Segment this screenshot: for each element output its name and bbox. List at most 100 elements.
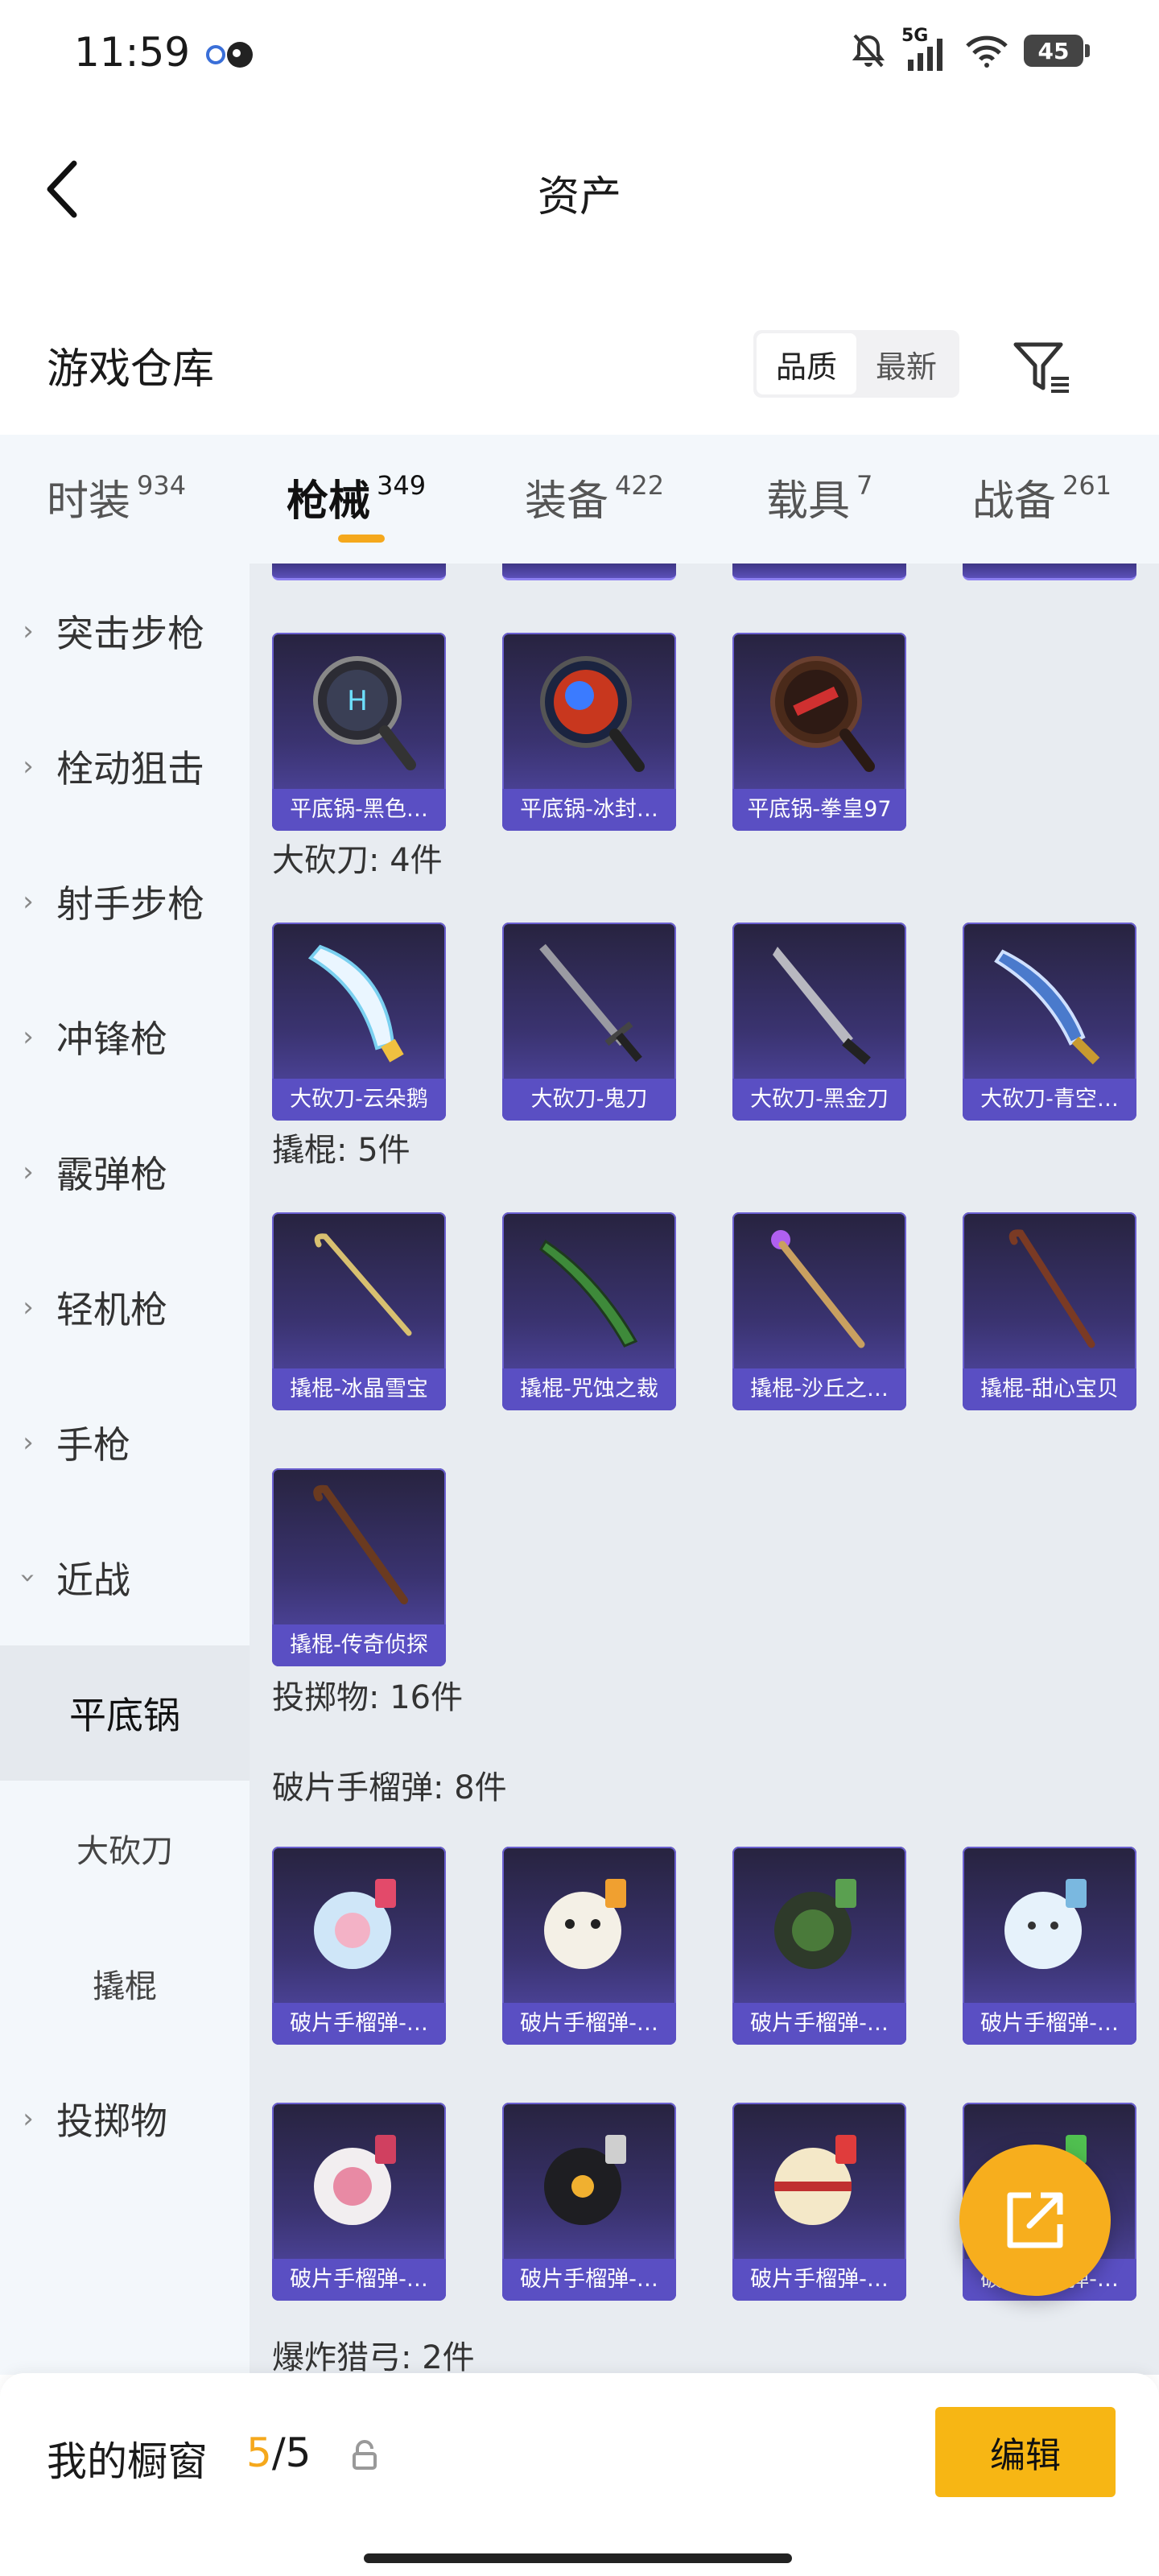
status-time: 11:59 bbox=[74, 29, 191, 76]
filter-icon[interactable] bbox=[1009, 335, 1074, 399]
chevron-right-icon: › bbox=[23, 615, 34, 647]
card-partial bbox=[732, 564, 906, 580]
crowbar-icon bbox=[539, 1239, 638, 1348]
app-notification-icon bbox=[206, 42, 253, 68]
tab-guns[interactable]: 枪械 349 bbox=[287, 467, 426, 527]
item-card[interactable]: 大砍刀-云朵鹅 bbox=[272, 923, 446, 1121]
machete-icon bbox=[539, 943, 642, 1063]
lock-icon bbox=[353, 2440, 377, 2470]
crowbar-icon bbox=[314, 1233, 412, 1336]
group-header-bow: 爆炸猎弓: 2件 bbox=[272, 2339, 475, 2375]
share-external-icon bbox=[1007, 2192, 1063, 2248]
item-label: 平底锅-拳皇97 bbox=[732, 789, 906, 831]
card-partial bbox=[963, 564, 1136, 580]
crowbar-icon bbox=[313, 1484, 408, 1604]
group-header-crowbar: 撬棍: 5件 bbox=[272, 1132, 410, 1169]
edit-button[interactable]: 编辑 bbox=[935, 2407, 1116, 2497]
sidebar-item-melee[interactable]: › 近战 bbox=[0, 1510, 250, 1645]
sidebar-item-smg[interactable]: › 冲锋枪 bbox=[0, 969, 250, 1104]
item-card[interactable]: 破片手榴弹-… bbox=[502, 1847, 676, 2045]
chevron-right-icon: › bbox=[23, 1426, 34, 1459]
item-card[interactable]: 破片手榴弹-… bbox=[272, 1847, 446, 2045]
item-label: 平底锅-冰封… bbox=[502, 789, 676, 831]
item-label: 撬棍-传奇侦探 bbox=[272, 1624, 446, 1666]
card-partial bbox=[272, 564, 446, 580]
item-card[interactable]: 撬棍-传奇侦探 bbox=[272, 1468, 446, 1666]
item-card[interactable]: 平底锅-拳皇97 bbox=[732, 633, 906, 831]
sort-toggle: 品质 最新 bbox=[753, 330, 959, 398]
item-card[interactable]: 撬棍-冰晶雪宝 bbox=[272, 1212, 446, 1410]
frying-pan-icon bbox=[770, 656, 875, 772]
card-partial bbox=[502, 564, 676, 580]
grenade-icon bbox=[544, 2135, 626, 2225]
item-label: 破片手榴弹-… bbox=[732, 2003, 906, 2045]
page-title: 资产 bbox=[537, 173, 621, 221]
item-card[interactable]: 撬棍-咒蚀之裁 bbox=[502, 1212, 676, 1410]
item-card[interactable]: 平底锅-冰封… bbox=[502, 633, 676, 831]
group-header-machete: 大砍刀: 4件 bbox=[272, 842, 443, 879]
grenade-icon bbox=[1004, 1879, 1087, 1969]
chevron-down-icon: › bbox=[12, 1572, 44, 1583]
crowbar-icon bbox=[771, 1230, 865, 1348]
frying-pan-icon: H bbox=[313, 656, 416, 770]
sidebar-sub-crowbar[interactable]: 撬棍 bbox=[0, 1916, 250, 2051]
machete-icon bbox=[307, 944, 404, 1063]
item-card[interactable]: 大砍刀-黑金刀 bbox=[732, 923, 906, 1121]
top-nav-bar: 资产 bbox=[0, 137, 1159, 242]
item-label: 大砍刀-云朵鹅 bbox=[272, 1079, 446, 1121]
item-label: 撬棍-冰晶雪宝 bbox=[272, 1368, 446, 1410]
item-card[interactable]: 破片手榴弹-… bbox=[732, 1847, 906, 2045]
home-indicator[interactable] bbox=[364, 2553, 792, 2563]
sidebar-sub-pan[interactable]: 平底锅 bbox=[0, 1645, 250, 1781]
battery-icon: 45 bbox=[1024, 35, 1090, 67]
chevron-right-icon: › bbox=[23, 1291, 34, 1323]
tab-fashion[interactable]: 时装 934 bbox=[47, 467, 186, 527]
grenade-icon bbox=[774, 1879, 856, 1969]
frying-pan-icon bbox=[540, 656, 645, 772]
chevron-right-icon: › bbox=[23, 1021, 34, 1053]
sidebar-item-marksman-rifle[interactable]: › 射手步枪 bbox=[0, 834, 250, 969]
sort-quality-button[interactable]: 品质 bbox=[757, 333, 856, 394]
grenade-icon bbox=[544, 1879, 626, 1969]
active-tab-indicator bbox=[338, 535, 385, 543]
sidebar-item-assault-rifle[interactable]: › 突击步枪 bbox=[0, 564, 250, 699]
sort-newest-button[interactable]: 最新 bbox=[856, 333, 956, 394]
mute-bell-icon bbox=[852, 34, 885, 68]
tab-war-gear[interactable]: 战备 261 bbox=[972, 467, 1112, 527]
chevron-right-icon: › bbox=[23, 1156, 34, 1188]
share-fab-button[interactable] bbox=[959, 2145, 1111, 2296]
item-card[interactable]: 撬棍-沙丘之… bbox=[732, 1212, 906, 1410]
wifi-icon bbox=[966, 35, 1008, 68]
group-header-grenade: 破片手榴弹: 8件 bbox=[272, 1769, 507, 1806]
item-card[interactable]: 破片手榴弹-… bbox=[732, 2103, 906, 2301]
chevron-right-icon: › bbox=[23, 886, 34, 918]
item-label: 破片手榴弹-… bbox=[963, 2003, 1136, 2045]
item-card[interactable]: 大砍刀-鬼刀 bbox=[502, 923, 676, 1121]
chevron-right-icon: › bbox=[23, 750, 34, 782]
showcase-label: 我的橱窗 bbox=[47, 2438, 208, 2485]
tab-vehicles[interactable]: 载具 7 bbox=[766, 467, 872, 527]
item-card[interactable]: 破片手榴弹-… bbox=[502, 2103, 676, 2301]
showcase-count: 5/5 bbox=[246, 2429, 311, 2476]
item-card[interactable]: 破片手榴弹-… bbox=[272, 2103, 446, 2301]
item-label: 大砍刀-鬼刀 bbox=[502, 1079, 676, 1121]
item-card[interactable]: H 平底锅-黑色… bbox=[272, 633, 446, 831]
item-label: 破片手榴弹-… bbox=[502, 2259, 676, 2301]
item-card[interactable]: 撬棍-甜心宝贝 bbox=[963, 1212, 1136, 1410]
status-bar: 11:59 5G 45 bbox=[0, 0, 1159, 105]
sidebar-sub-machete[interactable]: 大砍刀 bbox=[0, 1781, 250, 1916]
sidebar-item-pistol[interactable]: › 手枪 bbox=[0, 1375, 250, 1510]
grenade-icon bbox=[314, 2135, 396, 2225]
category-tabs: 时装 934 枪械 349 装备 422 载具 7 战备 261 bbox=[0, 435, 1159, 564]
item-card[interactable]: 破片手榴弹-… bbox=[963, 1847, 1136, 2045]
sidebar-item-shotgun[interactable]: › 霰弹枪 bbox=[0, 1104, 250, 1240]
signal-icon: 5G bbox=[901, 26, 950, 71]
sidebar-item-lmg[interactable]: › 轻机枪 bbox=[0, 1240, 250, 1375]
item-card[interactable]: 大砍刀-青空… bbox=[963, 923, 1136, 1121]
sidebar-item-bolt-sniper[interactable]: › 栓动狙击 bbox=[0, 699, 250, 834]
tab-equipment[interactable]: 装备 422 bbox=[525, 467, 664, 527]
sidebar-item-throwable[interactable]: › 投掷物 bbox=[0, 2051, 250, 2186]
bottom-bar: 我的橱窗 5/5 编辑 bbox=[0, 2373, 1159, 2576]
item-label: 撬棍-咒蚀之裁 bbox=[502, 1368, 676, 1410]
item-label: 大砍刀-青空… bbox=[963, 1079, 1136, 1121]
